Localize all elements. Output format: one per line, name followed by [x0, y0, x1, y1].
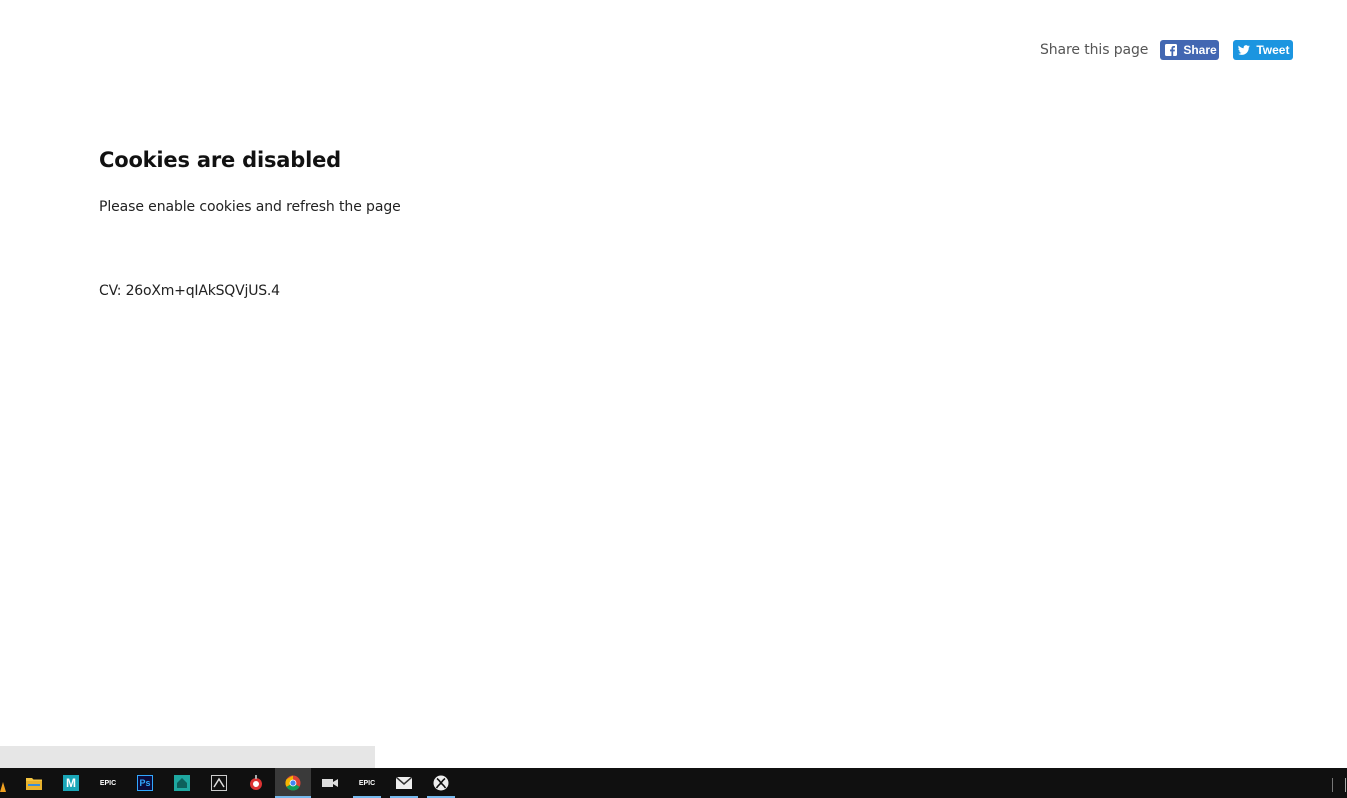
- show-desktop-button[interactable]: [1345, 778, 1346, 792]
- epic-icon: EPIC: [100, 775, 116, 791]
- substance-icon: [248, 775, 264, 791]
- twitter-tweet-label: Tweet: [1256, 43, 1290, 57]
- photoshop-icon-text: Ps: [139, 778, 151, 788]
- taskbar-camera[interactable]: [312, 768, 348, 798]
- maya-icon-text: M: [66, 776, 76, 790]
- taskbar-separator: [1332, 778, 1333, 792]
- share-bar: Share this page Share Tweet: [1040, 39, 1294, 61]
- zbrush-icon: [211, 775, 227, 791]
- taskbar-file-explorer[interactable]: [16, 768, 52, 798]
- taskbar-maya[interactable]: M: [53, 768, 89, 798]
- epic-icon-text: EPIC: [99, 779, 117, 787]
- main-content: Cookies are disabled: [99, 144, 341, 176]
- epic-icon-text-2: EPIC: [358, 779, 376, 787]
- facebook-share-label: Share: [1183, 43, 1217, 57]
- taskbar-house-app[interactable]: [164, 768, 200, 798]
- taskbar-zbrush[interactable]: [201, 768, 237, 798]
- facebook-share-button[interactable]: Share: [1160, 40, 1220, 60]
- browser-bottom-strip: [0, 746, 375, 768]
- windows-taskbar: M EPIC Ps EPIC: [0, 768, 1347, 798]
- taskbar-substance[interactable]: [238, 768, 274, 798]
- taskbar-chrome[interactable]: [275, 768, 311, 798]
- cv-code: CV: 26oXm+qIAkSQVjUS.4: [99, 283, 280, 299]
- taskbar-xbox[interactable]: [423, 768, 459, 798]
- twitter-tweet-button[interactable]: Tweet: [1233, 40, 1294, 60]
- mail-icon: [396, 775, 412, 791]
- camera-icon: [322, 775, 338, 791]
- cookie-message: Please enable cookies and refresh the pa…: [99, 199, 401, 215]
- xbox-icon: [433, 775, 449, 791]
- taskbar-mail[interactable]: [386, 768, 422, 798]
- epic-icon: EPIC: [359, 775, 375, 791]
- taskbar-epic-games-2[interactable]: EPIC: [349, 768, 385, 798]
- house-app-icon: [174, 775, 190, 791]
- twitter-bird-icon: [1238, 44, 1251, 56]
- taskbar-photoshop[interactable]: Ps: [127, 768, 163, 798]
- facebook-icon: [1165, 44, 1178, 56]
- share-label: Share this page: [1040, 42, 1149, 58]
- photoshop-icon: Ps: [137, 775, 153, 791]
- folder-icon: [26, 775, 42, 791]
- chrome-icon: [285, 775, 301, 791]
- page-title: Cookies are disabled: [99, 148, 341, 172]
- taskbar-epic-games[interactable]: EPIC: [90, 768, 126, 798]
- partial-app-icon[interactable]: [0, 777, 6, 792]
- maya-icon: M: [63, 775, 79, 791]
